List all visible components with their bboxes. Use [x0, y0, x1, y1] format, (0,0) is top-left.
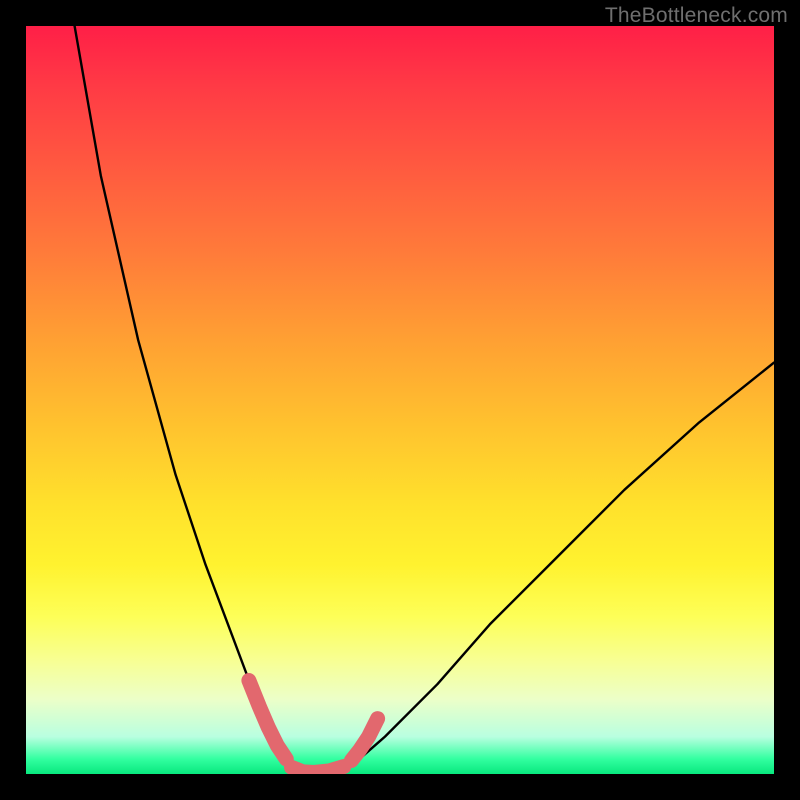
- watermark-text: TheBottleneck.com: [605, 4, 788, 28]
- curve-layer: [26, 26, 774, 774]
- bottleneck-curve: [75, 26, 774, 774]
- plot-area: [26, 26, 774, 774]
- optimal-zone-segment: [249, 681, 286, 760]
- optimal-zone-highlight: [249, 681, 378, 773]
- optimal-zone-segment: [292, 767, 344, 773]
- optimal-zone-segment: [351, 719, 377, 761]
- chart-root: TheBottleneck.com: [0, 0, 800, 800]
